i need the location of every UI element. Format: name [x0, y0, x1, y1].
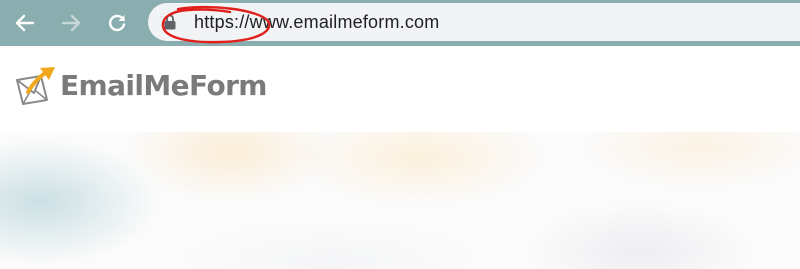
site-header: EmailMeForm	[0, 46, 800, 132]
site-logo[interactable]: EmailMeForm	[14, 66, 267, 106]
reload-icon	[109, 14, 126, 32]
hero-background	[0, 132, 800, 269]
url-text: https://www.emailmeform.com	[194, 12, 440, 32]
forward-button[interactable]	[56, 8, 86, 38]
back-button[interactable]	[10, 8, 40, 38]
arrow-left-icon	[15, 14, 35, 32]
envelope-arrow-icon	[16, 67, 55, 105]
logo-text: EmailMeForm	[60, 69, 267, 102]
browser-toolbar: https://www.emailmeform.com	[0, 0, 800, 46]
reload-button[interactable]	[102, 8, 132, 38]
address-bar[interactable]: https://www.emailmeform.com	[148, 3, 800, 41]
page: https://www.emailmeform.com EmailMeForm	[0, 0, 800, 269]
arrow-right-icon	[61, 14, 81, 32]
lock-icon	[164, 14, 176, 30]
